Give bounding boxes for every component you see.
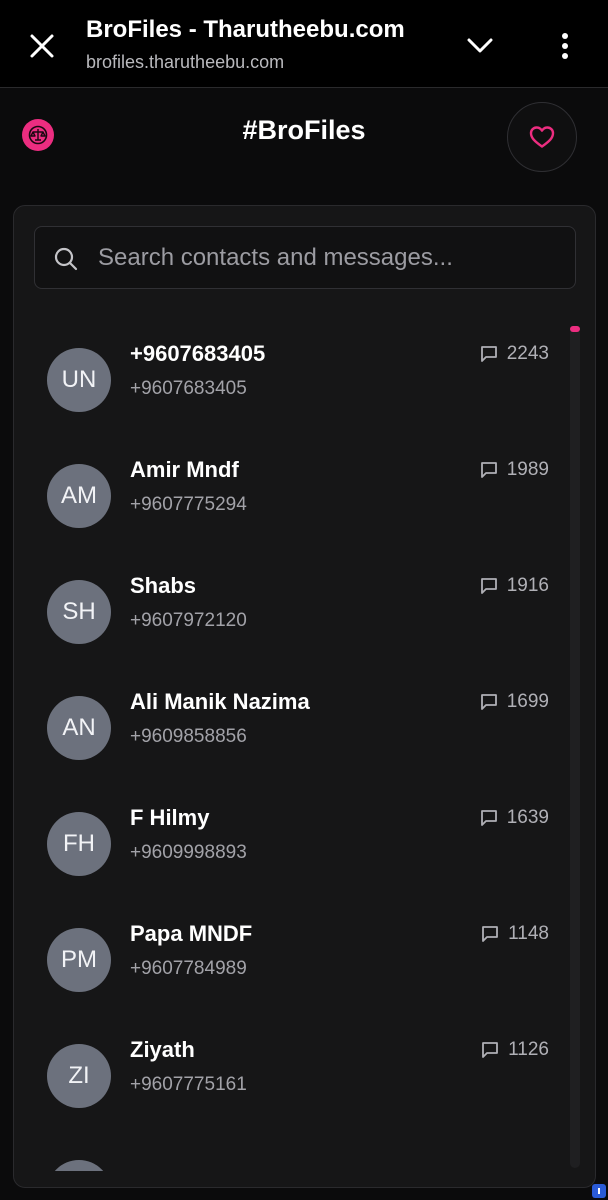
message-count: 1989 — [479, 459, 549, 481]
contact-name: Amir Mndf — [130, 457, 239, 482]
message-count: 1126 — [480, 1039, 549, 1061]
message-icon — [480, 810, 497, 826]
scrollbar-thumb[interactable] — [570, 326, 580, 332]
contact-name: Shabs — [130, 573, 197, 598]
browser-url: brofiles.tharutheebu.com — [86, 52, 285, 72]
message-count-value: 1989 — [506, 459, 549, 480]
message-count: 2243 — [479, 343, 549, 365]
close-icon[interactable] — [20, 24, 64, 68]
contact-row[interactable]: PM Papa MNDF +9607784989 1148 — [14, 901, 574, 1017]
contact-row-partial[interactable] — [14, 1133, 574, 1171]
contact-name: Papa MNDF — [130, 921, 253, 946]
contact-phone: +9607972120 — [130, 610, 247, 631]
message-count-value: 2243 — [506, 343, 549, 364]
watermark-badge-icon — [592, 1184, 606, 1198]
avatar: AM — [47, 464, 111, 528]
avatar: UN — [47, 348, 111, 412]
message-count-value: 1148 — [508, 923, 549, 944]
scrollbar[interactable] — [570, 326, 580, 1168]
contact-phone: +9607683405 — [130, 378, 247, 399]
app-header: #BroFiles — [0, 89, 608, 185]
avatar — [47, 1160, 111, 1171]
message-icon — [480, 694, 497, 710]
avatar: PM — [47, 928, 111, 992]
avatar: ZI — [47, 1044, 111, 1108]
contact-phone: +9607784989 — [130, 958, 247, 979]
message-icon — [480, 462, 497, 478]
contact-phone: +9607775161 — [130, 1074, 247, 1095]
message-count-value: 1639 — [506, 807, 549, 828]
message-icon — [480, 578, 497, 594]
message-icon — [482, 926, 499, 942]
more-vertical-icon[interactable] — [543, 24, 587, 68]
message-count: 1148 — [480, 923, 549, 945]
contact-phone: +9607775294 — [130, 494, 247, 515]
avatar: FH — [47, 812, 111, 876]
contact-row[interactable]: SH Shabs +9607972120 1916 — [14, 553, 574, 669]
contact-phone: +9609998893 — [130, 842, 247, 863]
avatar: AN — [47, 696, 111, 760]
message-count: 1916 — [479, 575, 549, 597]
browser-top-bar: BroFiles - Tharutheebu.com brofiles.thar… — [0, 0, 608, 88]
heart-icon[interactable] — [507, 102, 577, 172]
contact-row[interactable]: UN +9607683405 +9607683405 2243 — [14, 321, 574, 437]
contact-phone: +9609858856 — [130, 726, 247, 747]
contact-row[interactable]: AM Amir Mndf +9607775294 1989 — [14, 437, 574, 553]
message-icon — [480, 346, 497, 362]
contact-list: UN +9607683405 +9607683405 2243 AM Amir … — [14, 321, 574, 1171]
message-count: 1699 — [479, 691, 549, 713]
contact-name: Ziyath — [130, 1037, 195, 1062]
browser-title-block: BroFiles - Tharutheebu.com brofiles.thar… — [86, 16, 456, 73]
message-count-value: 1126 — [508, 1039, 549, 1060]
avatar: SH — [47, 580, 111, 644]
browser-page-title: BroFiles - Tharutheebu.com — [86, 16, 405, 43]
message-count-value: 1916 — [506, 575, 549, 596]
message-icon — [482, 1042, 499, 1058]
contacts-panel: UN +9607683405 +9607683405 2243 AM Amir … — [13, 205, 596, 1188]
message-count-value: 1699 — [506, 691, 549, 712]
contact-name: +9607683405 — [130, 341, 266, 366]
contact-name: Ali Manik Nazima — [130, 689, 310, 714]
search-input[interactable] — [35, 227, 575, 288]
contact-name: F Hilmy — [130, 805, 210, 830]
message-count: 1639 — [479, 807, 549, 829]
search-box[interactable] — [34, 226, 576, 289]
contact-row[interactable]: AN Ali Manik Nazima +9609858856 1699 — [14, 669, 574, 785]
contact-row[interactable]: FH F Hilmy +9609998893 1639 — [14, 785, 574, 901]
contact-row[interactable]: ZI Ziyath +9607775161 1126 — [14, 1017, 574, 1133]
chevron-down-icon[interactable] — [458, 24, 502, 68]
